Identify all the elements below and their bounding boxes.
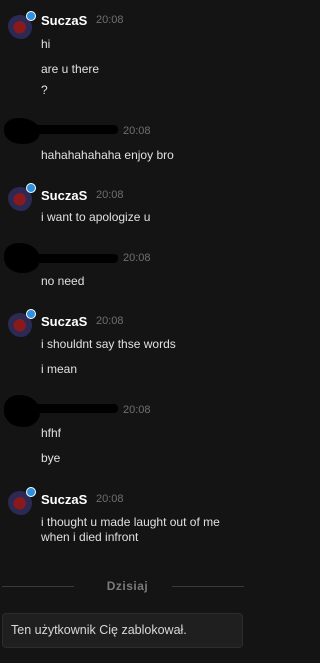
message-text: no need (41, 274, 85, 288)
author-name[interactable]: SuczaS (41, 188, 87, 203)
timestamp: 20:08 (123, 252, 151, 264)
message-text: hfhf (41, 426, 62, 440)
timestamp: 20:08 (123, 125, 151, 137)
author-name[interactable] (30, 125, 118, 134)
author-name[interactable]: SuczaS (41, 314, 87, 329)
timestamp: 20:08 (96, 189, 124, 201)
timestamp: 20:08 (96, 14, 124, 26)
author-name[interactable] (30, 404, 118, 413)
avatar[interactable] (8, 309, 36, 337)
message-text: i want to apologize u (41, 210, 151, 224)
author-name[interactable]: SuczaS (41, 13, 87, 28)
message-text: i shouldnt say thse words (41, 337, 176, 351)
timestamp: 20:08 (96, 315, 124, 327)
blocked-notice: Ten użytkownik Cię zablokował. (2, 613, 243, 648)
message-text: hahahahahaha enjoy bro (41, 148, 174, 162)
timestamp: 20:08 (96, 493, 124, 505)
message-text: hi (41, 37, 51, 51)
message-text: when i died infront (41, 530, 139, 544)
timestamp: 20:08 (123, 404, 151, 416)
avatar[interactable] (8, 183, 36, 211)
message-text: i thought u made laught out of me (41, 515, 220, 529)
message-text: ? (41, 83, 48, 97)
author-name[interactable]: SuczaS (41, 492, 87, 507)
avatar[interactable] (8, 11, 36, 39)
blocked-notice-text: Ten użytkownik Cię zablokował. (11, 623, 187, 637)
badge-icon (26, 487, 36, 497)
badge-icon (26, 183, 36, 193)
message-text: i mean (41, 362, 78, 376)
badge-icon (26, 11, 36, 21)
message-text: bye (41, 451, 61, 465)
badge-icon (26, 309, 36, 319)
date-divider: Dzisiaj (106, 579, 149, 593)
avatar[interactable] (8, 487, 36, 515)
message-text: are u there (41, 62, 100, 76)
author-name[interactable] (30, 254, 118, 263)
